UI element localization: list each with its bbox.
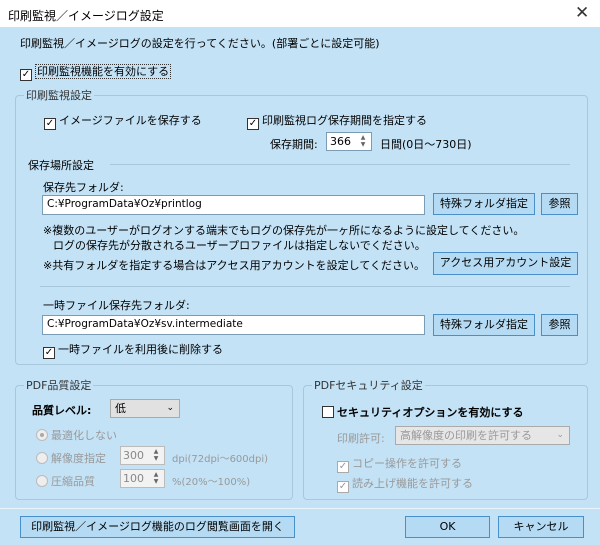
enable-monitor-checkbox[interactable]: ✓ 印刷監視機能を有効にする: [20, 63, 172, 81]
resolution-value: 300: [123, 449, 144, 462]
resolution-stepper[interactable]: 300 ▲ ▼: [120, 446, 165, 465]
period-stepper[interactable]: 366 ▲ ▼: [326, 132, 372, 151]
security-enable-checkbox[interactable]: セキュリティオプションを有効にする: [322, 404, 523, 420]
note-2: ログの保存先が分散されるユーザープロファイルは指定しないでください。: [53, 239, 426, 252]
radio-icon: [36, 429, 48, 441]
pdf-quality-title: PDF品質設定: [24, 377, 94, 393]
radio-label: 解像度指定: [51, 452, 106, 465]
spin-arrows-icon[interactable]: ▲ ▼: [149, 448, 163, 463]
checkbox-icon: ✓: [44, 118, 56, 130]
no-optimize-radio[interactable]: 最適化しない: [36, 427, 117, 443]
checkbox-label: イメージファイルを保存する: [59, 114, 202, 127]
divider: [40, 286, 570, 287]
allow-copy-checkbox[interactable]: ✓ コピー操作を許可する: [337, 455, 462, 473]
ok-button[interactable]: OK: [405, 516, 490, 538]
spin-arrows-icon[interactable]: ▲ ▼: [149, 471, 163, 486]
log-period-checkbox[interactable]: ✓ 印刷監視ログ保存期間を指定する: [247, 112, 427, 130]
pdf-security-title: PDFセキュリティ設定: [312, 377, 425, 393]
checkbox-label: 読み上げ機能を許可する: [352, 477, 473, 490]
location-title: 保存場所設定: [28, 159, 94, 172]
period-label: 保存期間:: [270, 138, 318, 151]
period-value: 366: [330, 135, 351, 148]
delete-temp-checkbox[interactable]: ✓ 一時ファイルを利用後に削除する: [43, 341, 223, 359]
resolution-radio[interactable]: 解像度指定: [36, 450, 106, 466]
select-value: 低: [115, 402, 126, 415]
checkbox-label: 一時ファイルを利用後に削除する: [58, 343, 223, 356]
temp-folder-label: 一時ファイル保存先フォルダ:: [43, 299, 190, 312]
checkbox-label: セキュリティオプションを有効にする: [337, 406, 524, 419]
footer-divider: [0, 508, 600, 509]
divider: [110, 164, 570, 165]
access-account-button[interactable]: アクセス用アカウント設定: [433, 252, 578, 275]
allow-read-checkbox[interactable]: ✓ 読み上げ機能を許可する: [337, 475, 473, 493]
quality-level-label: 品質レベル:: [32, 404, 92, 417]
radio-label: 最適化しない: [51, 429, 117, 442]
select-value: 高解像度の印刷を許可する: [400, 429, 532, 442]
checkbox-icon: ✓: [43, 347, 55, 359]
special-folder-button[interactable]: 特殊フォルダ指定: [433, 193, 535, 215]
checkbox-icon: [322, 406, 334, 418]
note-3: ※共有フォルダを指定する場合はアクセス用アカウントを設定してください。: [43, 259, 426, 272]
quality-level-select[interactable]: 低 ⌄: [110, 399, 180, 418]
print-permission-select[interactable]: 高解像度の印刷を許可する ⌄: [395, 426, 570, 445]
checkbox-icon: ✓: [20, 69, 32, 81]
checkbox-icon: ✓: [337, 481, 349, 493]
checkbox-label: 印刷監視ログ保存期間を指定する: [262, 114, 427, 127]
compression-stepper[interactable]: 100 ▲ ▼: [120, 469, 165, 488]
save-image-checkbox[interactable]: ✓ イメージファイルを保存する: [44, 112, 202, 130]
checkbox-label: コピー操作を許可する: [352, 457, 462, 470]
browse-button[interactable]: 参照: [541, 193, 578, 215]
window-title: 印刷監視／イメージログ設定: [8, 9, 164, 23]
open-log-viewer-button[interactable]: 印刷監視／イメージログ機能のログ閲覧画面を開く: [20, 516, 295, 538]
print-permission-label: 印刷許可:: [337, 432, 385, 445]
chevron-down-icon: ⌄: [556, 430, 564, 440]
radio-icon: [36, 475, 48, 487]
monitor-group-title: 印刷監視設定: [24, 87, 94, 103]
cancel-button[interactable]: キャンセル: [498, 516, 584, 538]
period-unit: 日間(0日～730日): [380, 138, 472, 151]
checkbox-icon: ✓: [337, 461, 349, 473]
compression-value: 100: [123, 472, 144, 485]
compression-radio[interactable]: 圧縮品質: [36, 473, 95, 489]
radio-icon: [36, 452, 48, 464]
checkbox-label: 印刷監視機能を有効にする: [35, 64, 172, 79]
resolution-unit: dpi(72dpi～600dpi): [172, 454, 269, 465]
chevron-down-icon: ⌄: [166, 403, 174, 413]
temp-browse-button[interactable]: 参照: [541, 314, 578, 336]
checkbox-icon: ✓: [247, 118, 259, 130]
close-icon[interactable]: ✕: [575, 3, 589, 23]
compression-unit: %(20%～100%): [172, 477, 251, 488]
spin-arrows-icon[interactable]: ▲ ▼: [356, 134, 370, 149]
folder-input[interactable]: C:¥ProgramData¥Oz¥printlog: [42, 195, 425, 215]
radio-label: 圧縮品質: [51, 475, 95, 488]
intro-text: 印刷監視／イメージログの設定を行ってください。(部署ごとに設定可能): [20, 37, 380, 50]
folder-label: 保存先フォルダ:: [43, 181, 124, 194]
temp-folder-input[interactable]: C:¥ProgramData¥Oz¥sv.intermediate: [42, 315, 425, 335]
note-1: ※複数のユーザーがログオンする端末でもログの保存先が一ヶ所になるように設定してく…: [43, 224, 525, 237]
temp-special-folder-button[interactable]: 特殊フォルダ指定: [433, 314, 535, 336]
